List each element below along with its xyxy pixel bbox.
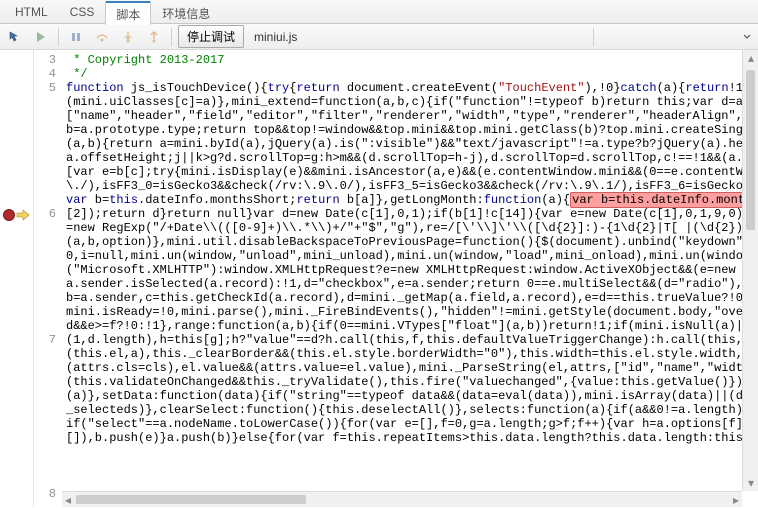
code-area[interactable]: * Copyright 2013-2017 */ function js_isT…: [62, 50, 758, 507]
breakpoint-marker[interactable]: [3, 209, 15, 221]
vertical-scrollbar[interactable]: ▴ ▾: [742, 50, 758, 491]
separator: [58, 28, 59, 46]
editor-tabs[interactable]: HTML CSS 脚本 环境信息: [0, 0, 758, 24]
file-name: miniui.js: [254, 30, 297, 44]
stop-debug-button[interactable]: 停止调试: [178, 25, 244, 48]
debug-toolbar: 停止调试 miniui.js: [0, 24, 758, 50]
line-number: 5: [34, 81, 56, 207]
scroll-down-icon[interactable]: ▾: [743, 475, 758, 491]
breakpoint-gutter[interactable]: [0, 50, 34, 507]
function-search-input[interactable]: [600, 28, 740, 46]
execution-arrow-icon: [16, 209, 30, 223]
line-numbers: 3 4 5 6 7 8: [34, 50, 62, 507]
tab-html[interactable]: HTML: [4, 0, 59, 24]
editor-body: 3 4 5 6 7 8 * Copyright 2013-2017 */ fun…: [0, 50, 758, 507]
execution-highlight: var b=this.dateInfo.monthsLong: [570, 192, 758, 208]
continue-button[interactable]: [30, 27, 52, 47]
chevron-down-icon: [740, 34, 754, 40]
separator: [171, 28, 172, 46]
tab-script[interactable]: 脚本: [105, 1, 151, 25]
line-number: 3: [34, 53, 56, 67]
line-number: 8: [34, 487, 56, 501]
line-number: 7: [34, 333, 56, 487]
horizontal-scrollbar[interactable]: ◂ ▸: [62, 491, 742, 507]
select-element-button[interactable]: [4, 27, 26, 47]
line-number: 6: [34, 207, 56, 333]
scroll-right-icon[interactable]: ▸: [728, 492, 744, 508]
step-into-button[interactable]: [117, 27, 139, 47]
step-out-button[interactable]: [143, 27, 165, 47]
tab-env[interactable]: 环境信息: [151, 0, 221, 24]
scrollbar-thumb[interactable]: [76, 495, 306, 504]
tab-css[interactable]: CSS: [59, 0, 106, 24]
step-over-button[interactable]: [91, 27, 113, 47]
line-number: 4: [34, 67, 56, 81]
function-dropdown[interactable]: [593, 28, 754, 46]
pause-button[interactable]: [65, 27, 87, 47]
scrollbar-thumb[interactable]: [746, 70, 755, 230]
scroll-left-icon[interactable]: ◂: [60, 492, 76, 508]
scroll-up-icon[interactable]: ▴: [743, 50, 758, 66]
